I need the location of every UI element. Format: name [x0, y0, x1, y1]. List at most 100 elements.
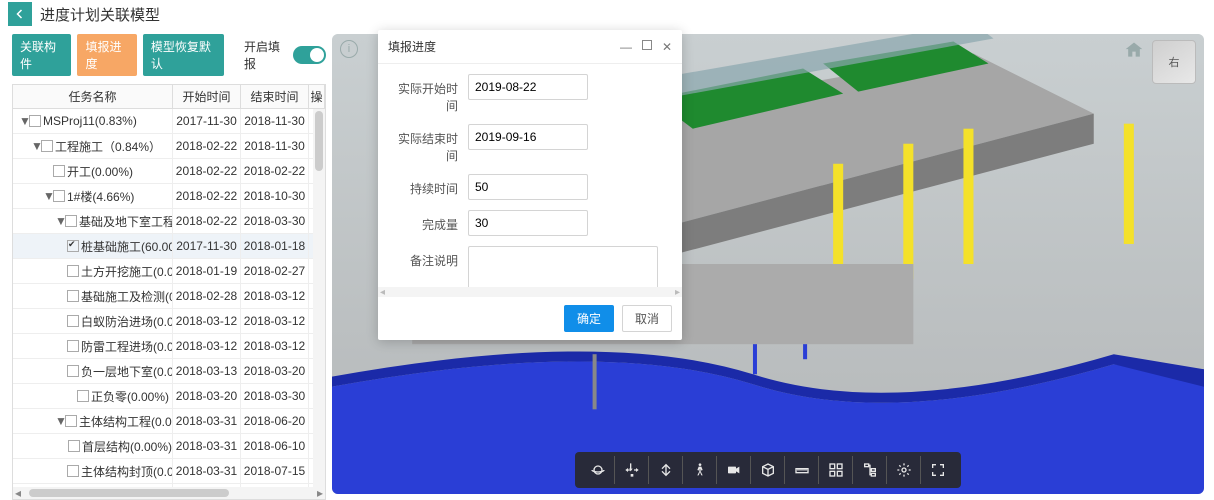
- row-start: 2018-03-13: [173, 359, 241, 383]
- table-row[interactable]: 防雷工程进场(0.00%)2018-03-122018-03-12: [13, 334, 325, 359]
- report-switch[interactable]: [293, 46, 326, 64]
- grid-hscroll[interactable]: ◂ ▸: [13, 487, 325, 499]
- modal-cancel[interactable]: 取消: [622, 305, 672, 332]
- table-row[interactable]: 土方开挖施工(0.00%)2018-01-192018-02-27: [13, 259, 325, 284]
- label-duration: 持续时间: [390, 174, 468, 197]
- table-row[interactable]: 基础施工及检测(0.00%)2018-02-282018-03-12: [13, 284, 325, 309]
- row-checkbox[interactable]: [67, 265, 79, 277]
- back-button[interactable]: [8, 2, 32, 26]
- page-title: 进度计划关联模型: [40, 4, 160, 25]
- row-start: 2018-03-12: [173, 334, 241, 358]
- input-done[interactable]: [468, 210, 588, 236]
- row-end: 2018-03-12: [241, 309, 309, 333]
- row-toggle[interactable]: ▼: [19, 114, 29, 128]
- col-start: 开始时间: [173, 85, 241, 108]
- row-end: 2018-02-27: [241, 259, 309, 283]
- row-checkbox[interactable]: [77, 390, 89, 402]
- tool-pan[interactable]: [615, 456, 649, 484]
- row-label: 主体结构工程(0.00%): [79, 413, 173, 430]
- row-label: 桩基础施工(60.00%): [81, 238, 173, 255]
- row-end: 2018-03-12: [241, 334, 309, 358]
- tool-zoom[interactable]: [649, 456, 683, 484]
- table-row[interactable]: 负一层地下室(0.00%)2018-03-132018-03-20: [13, 359, 325, 384]
- row-checkbox[interactable]: [67, 290, 79, 302]
- table-row[interactable]: 桩基础施工(60.00%)2017-11-302018-01-18: [13, 234, 325, 259]
- row-checkbox[interactable]: [67, 465, 79, 477]
- table-row[interactable]: 主体结构封顶(0.00%)2018-03-312018-07-15: [13, 459, 325, 484]
- row-start: 2017-11-30: [173, 109, 241, 133]
- tool-walk[interactable]: [683, 456, 717, 484]
- modal-maximize[interactable]: [642, 40, 652, 50]
- input-note[interactable]: [468, 246, 658, 287]
- modal-ok[interactable]: 确定: [564, 305, 614, 332]
- switch-label: 开启填报: [244, 38, 287, 72]
- table-row[interactable]: 白蚁防治进场(0.00%)2018-03-122018-03-12: [13, 309, 325, 334]
- table-row[interactable]: ▼主体结构工程(0.00%)2018-03-312018-06-20: [13, 409, 325, 434]
- row-checkbox[interactable]: [67, 240, 79, 252]
- row-start: 2018-03-31: [173, 459, 241, 483]
- row-label: 土方开挖施工(0.00%): [81, 263, 173, 280]
- row-toggle[interactable]: ▼: [55, 414, 65, 428]
- row-end: 2018-11-30: [241, 134, 309, 158]
- tool-explode[interactable]: [819, 456, 853, 484]
- home-icon[interactable]: [1124, 40, 1144, 60]
- row-end: 2018-03-12: [241, 284, 309, 308]
- row-start: 2018-03-20: [173, 384, 241, 408]
- table-row[interactable]: 首层结构(0.00%)2018-03-312018-06-10: [13, 434, 325, 459]
- row-checkbox[interactable]: [67, 365, 79, 377]
- tool-fullscreen[interactable]: [921, 456, 955, 484]
- row-end: 2018-11-30: [241, 109, 309, 133]
- table-row[interactable]: 正负零(0.00%)2018-03-202018-03-30: [13, 384, 325, 409]
- table-row[interactable]: 开工(0.00%)2018-02-222018-02-22: [13, 159, 325, 184]
- tool-section[interactable]: [751, 456, 785, 484]
- row-checkbox[interactable]: [68, 440, 80, 452]
- row-checkbox[interactable]: [67, 340, 79, 352]
- row-start: 2018-02-28: [173, 284, 241, 308]
- row-end: 2018-03-20: [241, 359, 309, 383]
- row-label: 工程施工（0.84%）: [55, 138, 161, 155]
- input-duration[interactable]: [468, 174, 588, 200]
- table-row[interactable]: ▼ 工程施工（0.84%） 2018-02-222018-11-30: [13, 134, 325, 159]
- tool-orbit[interactable]: [581, 456, 615, 484]
- row-start: 2018-02-22: [173, 134, 241, 158]
- btn-report[interactable]: 填报进度: [77, 34, 136, 76]
- row-checkbox[interactable]: [67, 315, 79, 327]
- row-end: 2018-01-18: [241, 234, 309, 258]
- row-label: 主体结构封顶(0.00%): [81, 463, 173, 480]
- tool-settings[interactable]: [887, 456, 921, 484]
- hscroll-left[interactable]: ◂: [13, 486, 23, 500]
- modal-hscroll[interactable]: ◂▸: [378, 287, 682, 297]
- modal-minimize[interactable]: —: [620, 40, 632, 54]
- modal-close[interactable]: ✕: [662, 40, 672, 54]
- input-end-date[interactable]: [468, 124, 588, 150]
- progress-modal: 填报进度 — ✕ 实际开始时间 实际结束时间 持续时间 完成量 备注说明 ◂▸: [378, 30, 682, 340]
- input-start-date[interactable]: [468, 74, 588, 100]
- row-toggle[interactable]: ▼: [31, 139, 41, 153]
- btn-associate[interactable]: 关联构件: [12, 34, 71, 76]
- tool-camera[interactable]: [717, 456, 751, 484]
- row-end: 2018-10-30: [241, 184, 309, 208]
- row-toggle[interactable]: ▼: [43, 189, 53, 203]
- view-cube[interactable]: 右: [1152, 40, 1196, 84]
- row-start: 2018-02-22: [173, 159, 241, 183]
- row-checkbox[interactable]: [65, 215, 77, 227]
- row-toggle[interactable]: ▼: [55, 214, 65, 228]
- row-checkbox[interactable]: [41, 140, 53, 152]
- row-checkbox[interactable]: [53, 190, 65, 202]
- table-row[interactable]: ▼基础及地下室工程(24.19%)2018-02-222018-03-30: [13, 209, 325, 234]
- row-end: 2018-03-30: [241, 384, 309, 408]
- row-checkbox[interactable]: [65, 415, 77, 427]
- table-row[interactable]: ▼1#楼(4.66%)2018-02-222018-10-30: [13, 184, 325, 209]
- row-checkbox[interactable]: [29, 115, 41, 127]
- tool-measure[interactable]: [785, 456, 819, 484]
- row-start: 2018-02-22: [173, 209, 241, 233]
- btn-reset-model[interactable]: 模型恢复默认: [143, 34, 224, 76]
- row-end: 2018-02-22: [241, 159, 309, 183]
- tool-tree[interactable]: [853, 456, 887, 484]
- col-end: 结束时间: [241, 85, 309, 108]
- grid-vscroll[interactable]: [313, 109, 325, 487]
- table-row[interactable]: ▼MSProj11(0.83%)2017-11-302018-11-30: [13, 109, 325, 134]
- info-icon[interactable]: i: [340, 40, 358, 58]
- hscroll-right[interactable]: ▸: [315, 486, 325, 500]
- row-checkbox[interactable]: [53, 165, 65, 177]
